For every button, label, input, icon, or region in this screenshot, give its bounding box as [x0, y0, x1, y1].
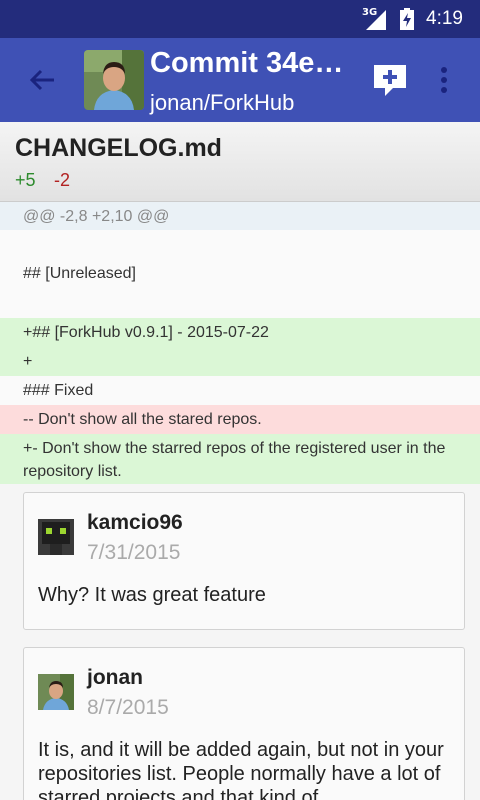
diff-line: ### Fixed	[0, 376, 480, 405]
app-bar: Commit 34e… jonan/ForkHub	[0, 38, 480, 122]
comment-date: 8/7/2015	[87, 696, 169, 719]
diff-line	[0, 286, 480, 318]
comment-date: 7/31/2015	[87, 541, 181, 564]
more-vert-icon	[441, 67, 447, 93]
status-bar: 3G 4:19	[0, 0, 480, 38]
comment-body: It is, and it will be added again, but n…	[38, 739, 444, 800]
file-name: CHANGELOG.md	[15, 134, 222, 162]
additions-count: +5	[15, 170, 36, 190]
diff-line	[0, 230, 480, 262]
diff-view: @@ -2,8 +2,10 @@ ## [Unreleased] +## [Fo…	[0, 202, 480, 484]
add-comment-button[interactable]	[368, 60, 412, 100]
clock: 4:19	[426, 8, 463, 29]
battery-charging-icon	[400, 8, 414, 30]
diff-line-added: +## [ForkHub v0.9.1] - 2015-07-22	[0, 318, 480, 347]
diff-line-added: +	[0, 347, 480, 376]
diff-hunk-header: @@ -2,8 +2,10 @@	[0, 202, 480, 230]
comment-author[interactable]: jonan	[87, 666, 143, 690]
diff-line-removed: -- Don't show all the stared repos.	[0, 405, 480, 434]
signal-icon	[366, 10, 386, 30]
overflow-menu-button[interactable]	[430, 60, 458, 100]
commenter-avatar	[38, 519, 74, 555]
file-header: CHANGELOG.md +5 -2	[0, 122, 480, 202]
repository-name: jonan/ForkHub	[150, 90, 295, 115]
arrow-back-icon	[29, 69, 54, 91]
comment-card[interactable]: jonan 8/7/2015 It is, and it will be add…	[23, 647, 465, 800]
diff-line: ## [Unreleased]	[0, 262, 480, 286]
diff-line-added: +- Don't show the starred repos of the r…	[0, 434, 480, 484]
comment-author[interactable]: kamcio96	[87, 511, 183, 535]
comment-body: Why? It was great feature	[38, 584, 266, 606]
comment-card[interactable]: kamcio96 7/31/2015 Why? It was great fea…	[23, 492, 465, 630]
commenter-avatar	[38, 674, 74, 710]
back-button[interactable]	[22, 60, 62, 100]
author-avatar	[84, 50, 144, 110]
commit-title: Commit 34e…	[150, 47, 344, 79]
add-comment-icon	[374, 65, 406, 96]
deletions-count: -2	[54, 170, 71, 190]
